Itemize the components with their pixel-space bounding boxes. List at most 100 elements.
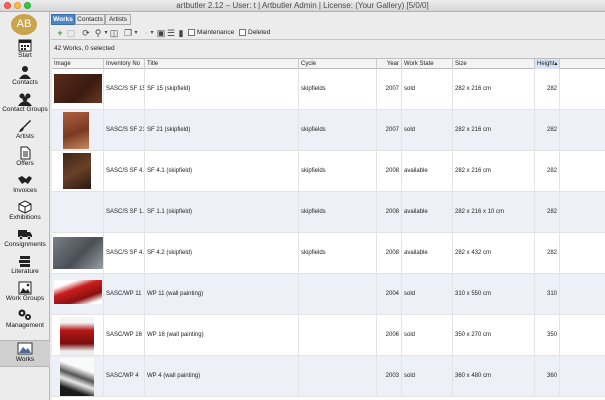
column-header-inventory-no[interactable]: Inventory No	[104, 59, 145, 69]
works-icon	[17, 342, 33, 355]
artwork-thumbnail	[54, 74, 102, 103]
table-row[interactable]: SASC/WP 11 WP 11 (wall painting) 2004 sold 3…	[52, 274, 605, 315]
image-cell	[52, 233, 104, 274]
sidebar-item-consignments[interactable]: Consignments	[0, 226, 50, 253]
table-row[interactable]: SASC/S SF 1.1 SF 1.1 (skipfield) skipfield…	[52, 192, 605, 233]
inventory-cell: SASC/S SF 1.1	[104, 192, 145, 233]
title-cell: SF 15 (skipfield)	[145, 69, 299, 110]
height-cell: 310	[535, 274, 560, 315]
cycle-cell	[299, 356, 377, 397]
sidebar-item-artists[interactable]: Artists	[0, 118, 50, 145]
deleted-label: Deleted	[248, 29, 271, 36]
calendar-icon	[18, 39, 32, 52]
inventory-cell: SASC/S SF 4.2	[104, 233, 145, 274]
sidebar-item-label: Work Groups	[5, 295, 45, 302]
truck-icon	[18, 230, 32, 240]
column-header-size[interactable]: Size	[453, 59, 535, 69]
image-cell	[52, 110, 104, 151]
sidebar-item-label: Artists	[15, 133, 35, 140]
state-cell: available	[402, 151, 453, 192]
size-cell: 282 x 216 x 10 cm	[453, 192, 535, 233]
barcode-icon[interactable]: ▮	[176, 28, 186, 38]
sidebar-item-management[interactable]: Management	[0, 307, 50, 334]
sidebar-item-label: Offers	[16, 160, 34, 167]
size-cell: 282 x 216 cm	[453, 151, 535, 192]
state-cell: available	[402, 192, 453, 233]
table-row[interactable]: SASC/S SF 15 SF 15 (skipfield) skipfields 2…	[52, 69, 605, 110]
column-header-cycle[interactable]: Cycle	[299, 59, 377, 69]
tab-works[interactable]: Works	[51, 14, 75, 25]
person-icon	[19, 66, 31, 79]
cycle-cell	[299, 315, 377, 356]
year-cell: 2006	[377, 315, 402, 356]
delete-icon[interactable]: ▢	[66, 28, 76, 38]
height-cell: 282	[535, 233, 560, 274]
sidebar-item-label: Start	[18, 52, 32, 59]
title-cell: SF 4.1 (skipfield)	[145, 151, 299, 192]
state-cell: available	[402, 233, 453, 274]
images-icon	[18, 281, 32, 295]
column-header-image[interactable]: Image	[52, 59, 104, 69]
inventory-cell: SASC/WP 4	[104, 356, 145, 397]
height-cell: 282	[535, 151, 560, 192]
column-header-work-state[interactable]: Work State	[402, 59, 453, 69]
inventory-cell: SASC/S SF 21	[104, 110, 145, 151]
avatar[interactable]: AB	[11, 14, 37, 35]
chevron-down-icon[interactable]: ▾	[131, 28, 141, 38]
table-row[interactable]: SASC/S SF 4.1 SF 4.1 (skipfield) skipfield…	[52, 151, 605, 192]
layers-icon[interactable]: ☰	[166, 28, 176, 38]
title-cell: WP 16 (wall painting)	[145, 315, 299, 356]
sidebar-item-label: Invoices	[13, 187, 37, 194]
maintenance-label: Maintenance	[197, 29, 235, 36]
sidebar-item-literature[interactable]: Literature	[0, 253, 50, 280]
refresh-icon[interactable]: ⟳	[81, 28, 91, 38]
sidebar-item-works[interactable]: Works	[0, 340, 50, 367]
column-header-title[interactable]: Title	[145, 59, 299, 69]
year-cell: 2008	[377, 192, 402, 233]
maintenance-checkbox[interactable]	[188, 29, 195, 36]
add-icon[interactable]: +	[55, 28, 65, 38]
sidebar-item-work-groups[interactable]: Work Groups	[0, 280, 50, 307]
sidebar-item-invoices[interactable]: Invoices	[0, 172, 50, 199]
sidebar-item-offers[interactable]: Offers	[0, 145, 50, 172]
sidebar-item-label: Works	[15, 356, 35, 363]
sidebar-item-contact-groups[interactable]: Contact Groups	[0, 91, 50, 118]
title-cell: SF 1.1 (skipfield)	[145, 192, 299, 233]
sort-ascending-icon: ▴	[554, 61, 558, 67]
year-cell: 2007	[377, 110, 402, 151]
inventory-cell: SASC/WP 16	[104, 315, 145, 356]
image-view-icon[interactable]: ▣	[156, 28, 166, 38]
box-icon	[18, 200, 32, 214]
sidebar-item-contacts[interactable]: Contacts	[0, 64, 50, 91]
image-cell	[52, 151, 104, 192]
sidebar-item-exhibitions[interactable]: Exhibitions	[0, 199, 50, 226]
state-cell: sold	[402, 274, 453, 315]
inventory-cell: SASC/WP 11	[104, 274, 145, 315]
columns-icon[interactable]: ◫	[109, 28, 119, 38]
height-cell: 282	[535, 110, 560, 151]
tab-artists[interactable]: Artists	[105, 14, 131, 25]
year-cell: 2008	[377, 151, 402, 192]
artwork-thumbnail	[60, 317, 94, 355]
window-titlebar: artbutler 2.12 – User: t | Artbutler Adm…	[0, 0, 605, 12]
table-row[interactable]: SASC/WP 4 WP 4 (wall painting) 2003 sold 360…	[52, 356, 605, 397]
state-cell: sold	[402, 110, 453, 151]
height-cell: 282	[535, 192, 560, 233]
state-cell: sold	[402, 356, 453, 397]
image-cell	[52, 69, 104, 110]
document-icon	[20, 146, 31, 160]
image-cell	[52, 274, 104, 315]
table-row[interactable]: SASC/WP 16 WP 16 (wall painting) 2006 sold 3…	[52, 315, 605, 356]
table-row[interactable]: SASC/S SF 21 SF 21 (skipfield) skipfields 2…	[52, 110, 605, 151]
cycle-cell: skipfields	[299, 151, 377, 192]
year-cell: 2008	[377, 233, 402, 274]
deleted-checkbox[interactable]	[239, 29, 246, 36]
sidebar-item-label: Exhibitions	[9, 214, 41, 221]
artwork-thumbnail	[60, 358, 94, 396]
column-header-year[interactable]: Year	[377, 59, 402, 69]
tab-contacts[interactable]: Contacts	[75, 14, 105, 25]
sidebar-item-start[interactable]: Start	[0, 37, 50, 64]
table-row[interactable]: SASC/S SF 4.2 SF 4.2 (skipfield) skipfield…	[52, 233, 605, 274]
cycle-cell: skipfields	[299, 192, 377, 233]
column-header-height[interactable]: Height▴	[535, 59, 560, 69]
